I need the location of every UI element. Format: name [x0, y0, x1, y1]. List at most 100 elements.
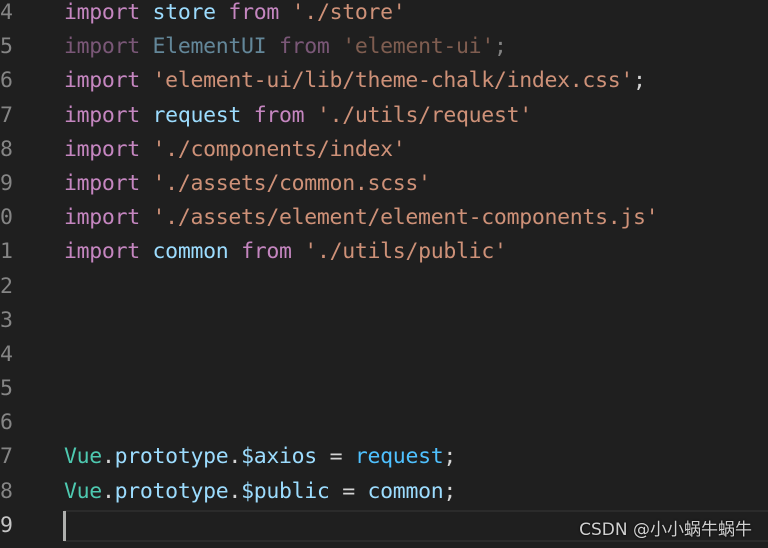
code-token: from: [228, 0, 279, 25]
code-token: ;: [443, 444, 457, 470]
line-number: 4: [0, 341, 13, 367]
code-line[interactable]: 8 Vue.prototype.$public = common;: [0, 475, 768, 509]
code-text: import './components/index': [64, 133, 406, 167]
code-token: .: [228, 478, 242, 504]
code-token: ElementUI: [152, 34, 267, 60]
line-number: 9: [0, 170, 13, 196]
code-token: './utils/request': [316, 102, 532, 128]
code-text: import './assets/element/element-compone…: [64, 201, 659, 235]
code-token: './utils/public': [304, 239, 507, 265]
code-text: import store from './store': [64, 0, 406, 30]
code-token: =: [329, 478, 368, 504]
code-token: import: [64, 239, 140, 265]
line-number: 4: [0, 0, 13, 25]
code-token: $axios: [241, 444, 317, 470]
code-token: import: [64, 205, 140, 231]
code-token: .: [101, 478, 115, 504]
code-line[interactable]: 5: [0, 372, 768, 406]
code-token: Vue: [64, 478, 102, 504]
code-text: import request from './utils/request': [64, 99, 532, 133]
code-line[interactable]: 7 import request from './utils/request': [0, 99, 768, 133]
line-number: 1: [0, 239, 13, 265]
code-line[interactable]: 2: [0, 270, 768, 304]
line-number: 8: [0, 136, 13, 162]
line-number: 6: [0, 410, 13, 436]
code-line[interactable]: 5 import ElementUI from 'element-ui';: [0, 30, 768, 64]
code-token: from: [279, 34, 330, 60]
code-token: 'element-ui/lib/theme-chalk/index.css': [152, 68, 634, 94]
code-text: import 'element-ui/lib/theme-chalk/index…: [64, 64, 646, 98]
code-token: common: [152, 239, 229, 265]
code-token: request: [354, 444, 444, 470]
code-line[interactable]: 1 import common from './utils/public': [0, 235, 768, 269]
code-token: import: [64, 0, 140, 25]
code-line[interactable]: 9 import './assets/common.scss': [0, 167, 768, 201]
code-text: Vue.prototype.$axios = request;: [64, 440, 456, 474]
code-token: ;: [493, 34, 507, 60]
code-line[interactable]: 0 import './assets/element/element-compon…: [0, 201, 768, 235]
code-token: './components/index': [152, 136, 406, 162]
code-token: .: [228, 444, 242, 470]
code-line[interactable]: 4 import store from './store': [0, 0, 768, 30]
code-token: .: [101, 444, 115, 470]
line-number: 8: [0, 478, 13, 504]
code-token: =: [316, 444, 355, 470]
code-token: Vue: [64, 444, 102, 470]
code-token: from: [241, 239, 292, 265]
code-line[interactable]: 6: [0, 406, 768, 440]
code-line[interactable]: 6 import 'element-ui/lib/theme-chalk/inde…: [0, 64, 768, 98]
code-token: import: [64, 136, 140, 162]
code-line[interactable]: 8 import './components/index': [0, 133, 768, 167]
code-line[interactable]: 4: [0, 338, 768, 372]
code-text: import ElementUI from 'element-ui';: [64, 30, 507, 64]
code-token: ;: [633, 68, 646, 94]
code-text: Vue.prototype.$public = common;: [64, 475, 456, 509]
code-token: $public: [241, 478, 330, 504]
code-editor[interactable]: 4 import store from './store' 5 import Elem…: [0, 0, 768, 543]
line-number: 5: [0, 376, 13, 402]
code-token: common: [367, 478, 444, 504]
line-number: 0: [0, 205, 13, 231]
code-token: import: [64, 102, 140, 128]
code-line[interactable]: 7 Vue.prototype.$axios = request;: [0, 440, 768, 474]
watermark: CSDN @小小蜗牛蜗牛: [579, 520, 752, 540]
line-number: 7: [0, 444, 13, 470]
text-cursor: [63, 510, 66, 541]
line-number: 3: [0, 307, 13, 333]
code-token: './assets/element/element-components.js': [152, 205, 659, 231]
code-token: 'element-ui': [342, 34, 494, 60]
line-number: 9: [0, 512, 13, 538]
line-number: 7: [0, 102, 13, 128]
code-token: './assets/common.scss': [152, 170, 431, 196]
code-text: import common from './utils/public': [64, 235, 507, 269]
code-token: store: [152, 0, 217, 25]
code-token: prototype: [114, 444, 229, 470]
code-text: import './assets/common.scss': [64, 167, 431, 201]
code-token: import: [64, 170, 140, 196]
line-number: 6: [0, 68, 13, 94]
line-number: 5: [0, 34, 13, 60]
line-number: 2: [0, 273, 13, 299]
code-token: prototype: [114, 478, 229, 504]
code-line[interactable]: 3: [0, 304, 768, 338]
code-token: './store': [291, 0, 406, 25]
code-token: import: [64, 68, 140, 94]
code-token: ;: [443, 478, 457, 504]
code-token: request: [152, 102, 242, 128]
code-token: from: [253, 102, 305, 128]
